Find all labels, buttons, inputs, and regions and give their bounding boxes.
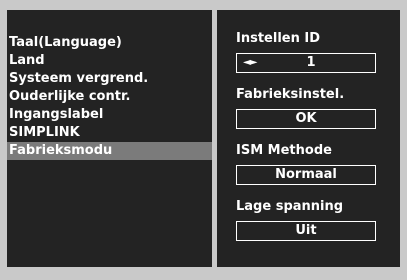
ism-methode-select[interactable]: Normaal xyxy=(236,165,376,185)
ism-methode-label: ISM Methode xyxy=(236,143,332,158)
instellen-id-value: 1 xyxy=(306,55,316,70)
setting-fabrieksinstel: Fabrieksinstel. OK xyxy=(236,87,396,129)
setting-lage-spanning: Lage spanning Uit xyxy=(236,199,396,241)
fabrieksinstel-ok-button[interactable]: OK xyxy=(236,109,376,129)
menu-item-taal[interactable]: Taal(Language) xyxy=(7,34,212,52)
menu-item-simplink[interactable]: SIMPLINK xyxy=(7,124,212,142)
fabrieksinstel-value: OK xyxy=(295,111,317,126)
ism-methode-value: Normaal xyxy=(275,167,337,182)
lage-spanning-select[interactable]: Uit xyxy=(236,221,376,241)
menu-item-fabrieksmodu[interactable]: Fabrieksmodu xyxy=(7,142,212,160)
fabrieksinstel-label: Fabrieksinstel. xyxy=(236,87,345,102)
tv-osd-menu: Taal(Language) Land Systeem vergrend. Ou… xyxy=(0,0,407,280)
instellen-id-label: Instellen ID xyxy=(236,31,320,46)
menu-panel: Taal(Language) Land Systeem vergrend. Ou… xyxy=(7,10,212,267)
left-right-arrows-icon: ◄► xyxy=(243,57,257,68)
setting-instellen-id: Instellen ID ◄► 1 xyxy=(236,31,396,73)
lage-spanning-label: Lage spanning xyxy=(236,199,344,214)
menu-list: Taal(Language) Land Systeem vergrend. Ou… xyxy=(7,34,212,160)
lage-spanning-value: Uit xyxy=(295,223,317,238)
menu-item-ouderlijke-contr[interactable]: Ouderlijke contr. xyxy=(7,88,212,106)
setting-ism-methode: ISM Methode Normaal xyxy=(236,143,396,185)
settings-panel: Instellen ID ◄► 1 Fabrieksinstel. OK ISM… xyxy=(217,10,400,267)
instellen-id-stepper[interactable]: ◄► 1 xyxy=(236,53,376,73)
menu-item-ingangslabel[interactable]: Ingangslabel xyxy=(7,106,212,124)
menu-item-land[interactable]: Land xyxy=(7,52,212,70)
menu-item-systeem-vergrend[interactable]: Systeem vergrend. xyxy=(7,70,212,88)
